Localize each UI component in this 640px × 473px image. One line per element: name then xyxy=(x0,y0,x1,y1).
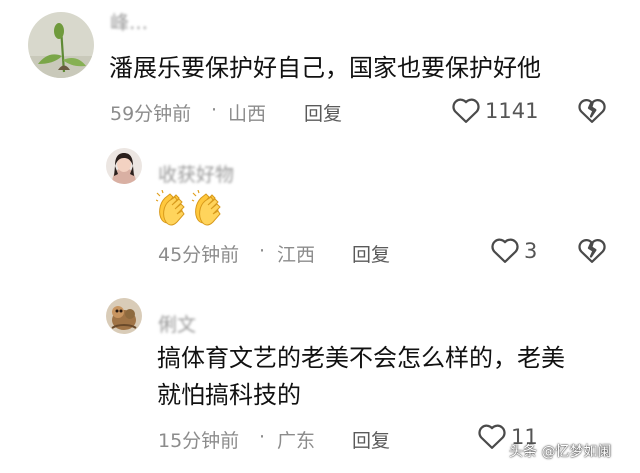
clapping-hands-emoji: 👏👏 xyxy=(155,189,228,226)
comment-time-2: 45分钟前 xyxy=(158,244,240,266)
comment-text-3-line-2: 就怕搞科技的 xyxy=(157,381,301,409)
broken-heart-icon[interactable] xyxy=(577,96,607,124)
comment-text-1: 潘展乐要保护好自己，国家也要保护好他 xyxy=(109,54,541,82)
comment-time-1: 59分钟前 xyxy=(110,103,192,125)
reply-button-3[interactable]: 回复 xyxy=(352,426,390,453)
heart-outline-icon[interactable] xyxy=(451,96,481,124)
clap-emoji-text: 👏👏 xyxy=(156,190,159,191)
comment-location-3: 广东 xyxy=(277,430,316,452)
heart-outline-icon[interactable] xyxy=(477,422,507,450)
avatar-comment-2[interactable] xyxy=(106,148,142,184)
watermark: 头条 @忆梦如阑 xyxy=(509,444,612,460)
comment-text-3-line-1: 搞体育文艺的老美不会怎么样的，老美 xyxy=(157,344,565,372)
reply-button-1[interactable]: 回复 xyxy=(304,99,342,126)
comment-location-2: 江西 xyxy=(277,244,316,266)
like-count-2: 3 xyxy=(524,239,538,263)
username-comment-1[interactable]: 峰… xyxy=(110,8,148,35)
like-count-1: 1141 xyxy=(485,99,539,123)
comment-location-1: 山西 xyxy=(228,103,267,125)
comment-time-3: 15分钟前 xyxy=(158,430,240,452)
avatar-comment-1[interactable] xyxy=(28,12,94,78)
heart-outline-icon[interactable] xyxy=(490,236,520,264)
meta-separator-1: · xyxy=(211,99,218,121)
username-comment-3[interactable]: 俐文 xyxy=(158,310,196,337)
meta-separator-3: · xyxy=(259,426,266,448)
reply-button-2[interactable]: 回复 xyxy=(352,240,390,267)
username-comment-2[interactable]: 收获好物 xyxy=(158,160,234,187)
avatar-comment-3[interactable] xyxy=(106,298,142,334)
meta-separator-2: · xyxy=(259,240,266,262)
broken-heart-icon[interactable] xyxy=(577,236,607,264)
